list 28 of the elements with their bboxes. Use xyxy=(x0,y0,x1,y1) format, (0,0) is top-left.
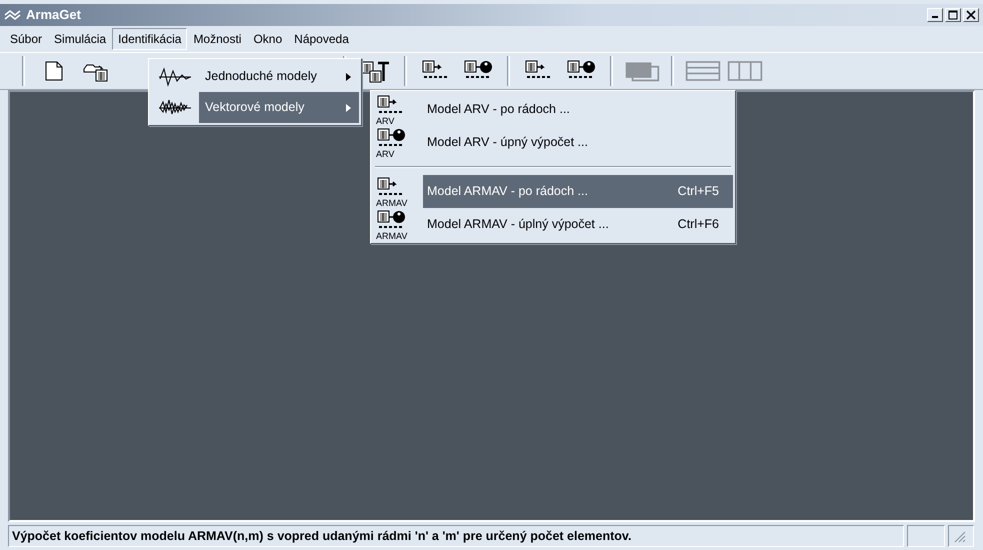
menu-item[interactable]: ARV Model ARV - po rádoch ... xyxy=(373,93,733,126)
status-text: Výpočet koeficientov modelu ARMAV(n,m) s vopred udanými rádmi 'n' a 'm' pre určený počet elementov. xyxy=(8,525,904,547)
maximize-icon xyxy=(947,9,959,21)
icon-caption: ARMAV xyxy=(376,198,408,208)
maximize-button[interactable] xyxy=(945,8,961,22)
minimize-icon xyxy=(932,16,938,18)
window-title: ArmaGet xyxy=(26,6,81,24)
menu-item[interactable]: Okno xyxy=(247,28,288,50)
submenu-arrow-icon xyxy=(346,104,351,112)
new-document-icon[interactable] xyxy=(43,60,65,82)
resize-grip-icon[interactable] xyxy=(952,529,966,543)
menu-item[interactable]: Identifikácia xyxy=(112,28,188,50)
menu-item[interactable]: ARMAV Model ARMAV - úplný výpočet ... Ctrl+F6 xyxy=(373,208,733,241)
icon-caption: ARV xyxy=(376,116,394,126)
menu-item[interactable]: Súbor xyxy=(4,28,48,50)
minimize-button[interactable] xyxy=(927,8,943,22)
menu-item[interactable]: Nápoveda xyxy=(288,28,355,50)
close-icon xyxy=(965,9,977,21)
icon-caption: ARMAV xyxy=(376,232,408,240)
menu-item[interactable]: ARV Model ARV - úpný výpočet ... xyxy=(373,126,733,159)
status-panel xyxy=(907,525,945,547)
close-button[interactable] xyxy=(963,8,979,22)
menu-item[interactable]: Možnosti xyxy=(187,28,248,50)
menu-item[interactable]: Jednoduché modely xyxy=(151,61,359,92)
app-icon xyxy=(4,9,22,21)
submenu-arrow-icon xyxy=(346,72,351,80)
menu-item[interactable]: Simulácia xyxy=(48,28,112,50)
icon-caption: ARV xyxy=(376,150,394,158)
